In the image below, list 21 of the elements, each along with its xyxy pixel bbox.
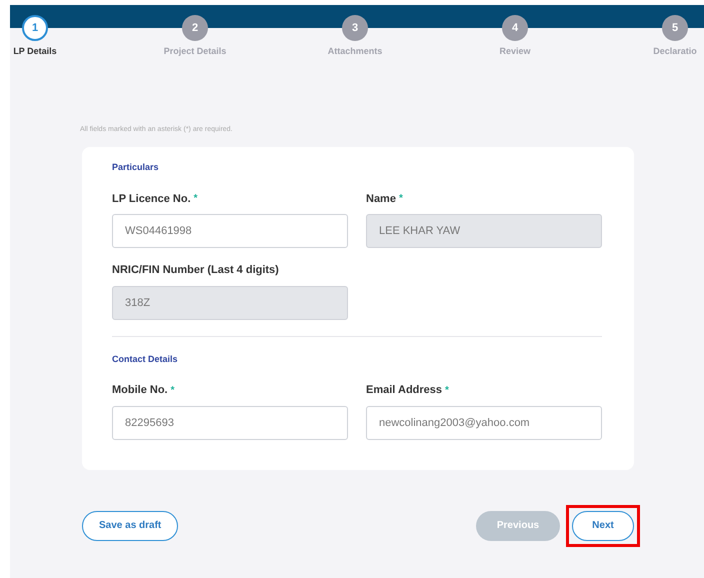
required-asterisk: * xyxy=(398,192,403,206)
text-field[interactable]: 82295693 xyxy=(112,406,348,440)
step-label: Declaratio xyxy=(653,45,697,58)
field-label: LP Licence No. xyxy=(112,192,191,206)
step-label: Project Details xyxy=(164,45,226,58)
field-label: Email Address xyxy=(366,383,442,398)
required-asterisk: * xyxy=(194,192,198,206)
step-label: LP Details xyxy=(13,45,57,58)
field-label: Mobile No. xyxy=(112,383,168,398)
save-draft-button[interactable]: Save as draft xyxy=(82,510,178,540)
step-label: Attachments xyxy=(328,45,382,58)
required-asterisk: * xyxy=(445,384,449,398)
step-label: Review xyxy=(499,45,531,58)
text-field[interactable]: WS04461998 xyxy=(112,214,348,248)
section-title: Contact Details xyxy=(112,352,179,366)
text-field[interactable]: newcolinang2003@yahoo.com xyxy=(366,406,602,440)
field-label: Name xyxy=(366,192,396,206)
required-asterisk: * xyxy=(170,384,175,398)
section-title: Particulars xyxy=(112,161,160,174)
field-label: NRIC/FIN Number (Last 4 digits) xyxy=(112,263,279,278)
next-button[interactable]: Next xyxy=(572,510,634,540)
